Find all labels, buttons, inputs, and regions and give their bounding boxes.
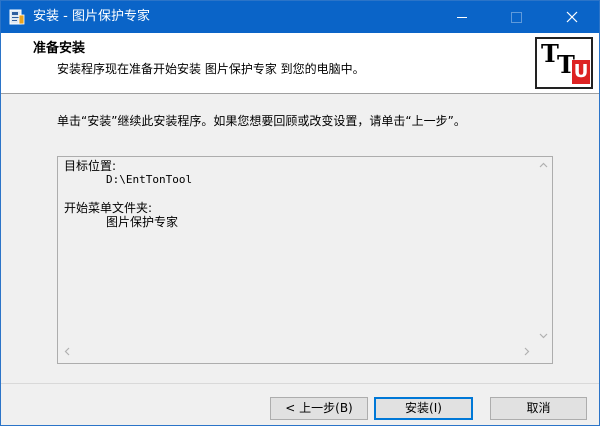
vertical-scrollbar[interactable] [535,157,552,345]
instruction-text: 单击“安装”继续此安装程序。如果您想要回顾或改变设置，请单击“上一步”。 [57,114,466,128]
close-button[interactable] [549,1,595,33]
cancel-button[interactable]: 取消 [490,397,587,420]
window-title: 安装 - 图片保护专家 [33,9,150,24]
scroll-left-icon[interactable] [58,345,75,362]
logo-letter-u: U [572,60,590,84]
installer-icon [9,8,25,26]
footer-divider [1,383,599,384]
scrollbar-corner [535,345,552,363]
page-title: 准备安装 [33,41,86,56]
scroll-up-icon[interactable] [535,157,552,174]
close-icon [566,11,578,23]
back-button[interactable]: < 上一步(B) [270,397,368,420]
wizard-header: 准备安装 安装程序现在准备开始安装 图片保护专家 到您的电脑中。 T T U [1,33,599,94]
destination-label: 目标位置: [64,159,117,173]
install-button[interactable]: 安装(I) [374,397,473,420]
minimize-button[interactable] [439,1,485,33]
page-subtitle: 安装程序现在准备开始安装 图片保护专家 到您的电脑中。 [57,62,365,76]
start-menu-label: 开始菜单文件夹: [64,201,153,215]
destination-value: D:\EntTonTool [106,173,193,186]
background-window-edge [600,0,610,426]
scroll-down-icon[interactable] [535,328,552,345]
scroll-right-icon[interactable] [518,345,535,362]
title-bar[interactable]: 安装 - 图片保护专家 [1,1,599,33]
installer-window: 安装 - 图片保护专家 准备安装 安装程序现在准备开始安装 图片保护专家 到您的… [0,0,600,426]
summary-content: 目标位置: D:\EntTonTool 开始菜单文件夹: 图片保护专家 [64,159,192,229]
settings-summary-box[interactable]: 目标位置: D:\EntTonTool 开始菜单文件夹: 图片保护专家 [57,156,553,364]
ttu-logo: T T U [535,37,593,89]
start-menu-value: 图片保护专家 [106,215,179,229]
maximize-button[interactable] [493,1,539,33]
horizontal-scrollbar[interactable] [58,345,535,363]
